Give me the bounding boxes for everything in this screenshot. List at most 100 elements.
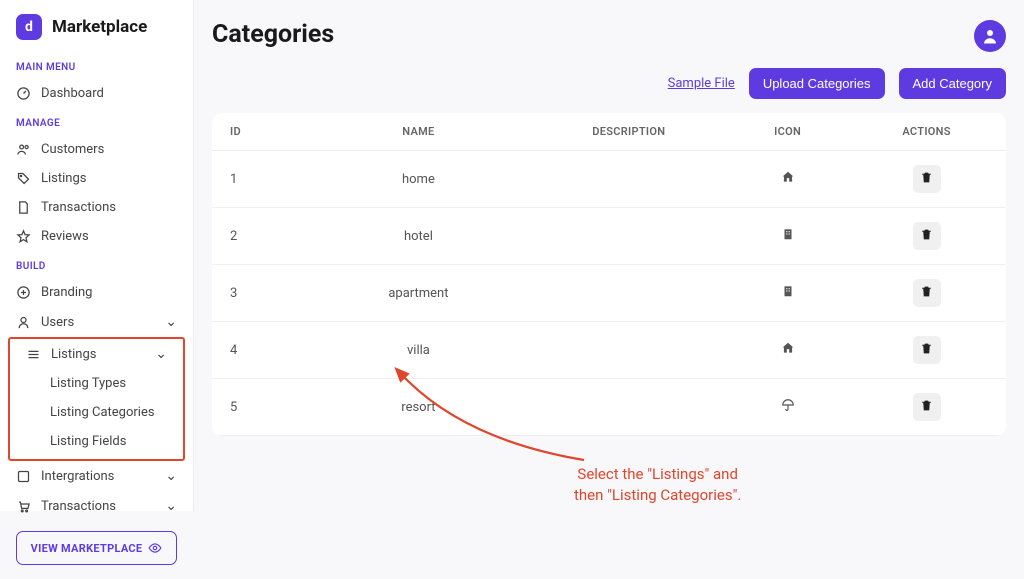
puzzle-icon <box>16 469 31 484</box>
main-content: Categories Sample File Upload Categories… <box>194 0 1024 511</box>
cell-name: resort <box>307 379 529 436</box>
sidebar-item-label: Customers <box>41 142 177 157</box>
column-header-description: DESCRIPTION <box>530 113 729 151</box>
cell-actions <box>847 151 1006 208</box>
home-icon <box>781 344 795 359</box>
sidebar-item-label: Listings <box>51 347 145 362</box>
cell-icon <box>728 379 847 436</box>
cell-name: home <box>307 151 529 208</box>
cell-id: 3 <box>212 265 307 322</box>
cell-name: hotel <box>307 208 529 265</box>
upload-categories-button[interactable]: Upload Categories <box>749 68 885 99</box>
sidebar-item-transactions[interactable]: Transactions <box>0 193 193 222</box>
cell-id: 4 <box>212 322 307 379</box>
add-category-button[interactable]: Add Category <box>899 68 1007 99</box>
cell-actions <box>847 379 1006 436</box>
cell-name: apartment <box>307 265 529 322</box>
trash-icon <box>920 228 933 244</box>
cell-description <box>530 322 729 379</box>
sidebar-subitem-listing-fields[interactable]: Listing Fields <box>10 427 183 456</box>
cell-actions <box>847 208 1006 265</box>
sidebar-item-label: Transactions <box>41 200 177 215</box>
cell-icon <box>728 265 847 322</box>
building-icon <box>781 230 795 245</box>
brand-logo[interactable]: d Marketplace <box>0 0 193 52</box>
brand-name: Marketplace <box>52 17 147 37</box>
table-row: 3 apartment <box>212 265 1006 322</box>
cell-icon <box>728 151 847 208</box>
chevron-down-icon: ⌄ <box>165 498 177 514</box>
cell-id: 5 <box>212 379 307 436</box>
main-menu-header: MAIN MENU <box>0 52 193 79</box>
cell-name: villa <box>307 322 529 379</box>
sidebar-subitem-listing-categories[interactable]: Listing Categories <box>10 398 183 427</box>
delete-button[interactable] <box>913 336 941 364</box>
building-icon <box>781 287 795 302</box>
list-icon <box>26 347 41 362</box>
sidebar-item-label: Reviews <box>41 229 177 244</box>
person-icon <box>981 27 999 45</box>
users-icon <box>16 142 31 157</box>
manage-header: MANAGE <box>0 108 193 135</box>
sidebar-item-users[interactable]: Users ⌄ <box>0 307 193 337</box>
table-row: 5 resort <box>212 379 1006 436</box>
cell-icon <box>728 208 847 265</box>
page-title: Categories <box>212 20 334 49</box>
eye-icon <box>148 541 162 555</box>
gauge-icon <box>16 86 31 101</box>
user-icon <box>16 315 31 330</box>
trash-icon <box>920 285 933 301</box>
trash-icon <box>920 171 933 187</box>
view-marketplace-label: VIEW MARKETPLACE <box>31 542 143 555</box>
cell-actions <box>847 322 1006 379</box>
table-row: 2 hotel <box>212 208 1006 265</box>
view-marketplace-button[interactable]: VIEW MARKETPLACE <box>16 531 177 565</box>
sidebar-item-integrations[interactable]: Intergrations ⌄ <box>0 461 193 491</box>
cell-description <box>530 151 729 208</box>
build-header: BUILD <box>0 251 193 278</box>
annotation-text: Select the "Listings" and then "Listing … <box>574 464 741 506</box>
table-row: 4 villa <box>212 322 1006 379</box>
trash-icon <box>920 342 933 358</box>
document-icon <box>16 200 31 215</box>
annotation-highlight: Listings ⌄ Listing Types Listing Categor… <box>8 337 185 461</box>
sidebar-item-label: Users <box>41 315 155 330</box>
delete-button[interactable] <box>913 393 941 421</box>
cell-id: 2 <box>212 208 307 265</box>
chevron-down-icon: ⌄ <box>155 346 167 362</box>
sidebar-item-reviews[interactable]: Reviews <box>0 222 193 251</box>
sidebar-item-label: Dashboard <box>41 86 177 101</box>
home-icon <box>781 173 795 188</box>
sidebar-item-customers[interactable]: Customers <box>0 135 193 164</box>
cell-description <box>530 265 729 322</box>
tag-icon <box>16 171 31 186</box>
sidebar-item-dashboard[interactable]: Dashboard <box>0 79 193 108</box>
cell-id: 1 <box>212 151 307 208</box>
delete-button[interactable] <box>913 279 941 307</box>
avatar[interactable] <box>974 20 1006 52</box>
column-header-actions: ACTIONS <box>847 113 1006 151</box>
sidebar-item-branding[interactable]: Branding <box>0 278 193 307</box>
column-header-name: NAME <box>307 113 529 151</box>
plus-circle-icon <box>16 285 31 300</box>
column-header-id: ID <box>212 113 307 151</box>
sidebar-item-label: Branding <box>41 285 177 300</box>
sidebar-item-build-transactions[interactable]: Transactions ⌄ <box>0 491 193 521</box>
sidebar-subitem-listing-types[interactable]: Listing Types <box>10 369 183 398</box>
delete-button[interactable] <box>913 165 941 193</box>
cell-description <box>530 379 729 436</box>
umbrella-icon <box>781 401 795 416</box>
chevron-down-icon: ⌄ <box>165 468 177 484</box>
sidebar: d Marketplace MAIN MENU Dashboard MANAGE… <box>0 0 194 511</box>
star-icon <box>16 229 31 244</box>
trash-icon <box>920 399 933 415</box>
delete-button[interactable] <box>913 222 941 250</box>
cell-icon <box>728 322 847 379</box>
cell-actions <box>847 265 1006 322</box>
sample-file-link[interactable]: Sample File <box>668 76 735 91</box>
sidebar-item-listings[interactable]: Listings <box>0 164 193 193</box>
sidebar-item-build-listings[interactable]: Listings ⌄ <box>10 339 183 369</box>
table-row: 1 home <box>212 151 1006 208</box>
sidebar-item-label: Intergrations <box>41 469 155 484</box>
chevron-down-icon: ⌄ <box>165 314 177 330</box>
